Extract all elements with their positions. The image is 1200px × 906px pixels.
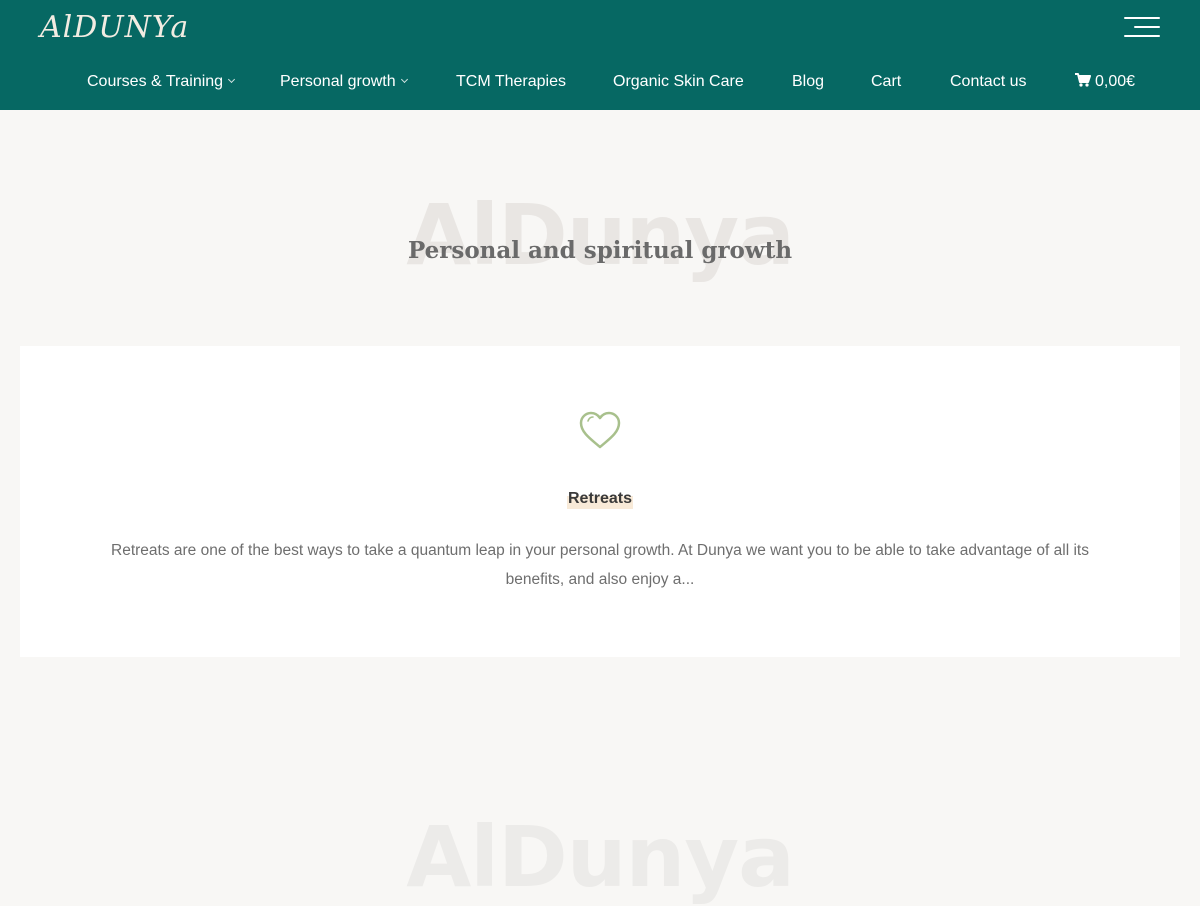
site-header: AlDUNYa Courses & Training Personal grow… [0, 0, 1200, 110]
chevron-down-icon [400, 75, 408, 84]
shopping-cart-icon [1075, 73, 1091, 87]
hamburger-bar [1124, 17, 1160, 19]
page-title: Personal and spiritual growth [407, 237, 793, 264]
nav-item-blog[interactable]: Blog [792, 62, 824, 102]
retreats-card: Retreats Retreats are one of the best wa… [20, 346, 1180, 657]
nav-item-cart[interactable]: Cart [871, 62, 901, 102]
hero-watermark: AlDunya [406, 186, 795, 284]
nav-item-tcm-therapies[interactable]: TCM Therapies [456, 62, 566, 102]
nav-item-label: Courses & Training [87, 73, 224, 90]
nav-item-label: Cart [871, 73, 902, 90]
site-logo[interactable]: AlDUNYa [40, 8, 190, 48]
nav-item-label: Personal growth [280, 73, 396, 90]
card-title-wrap: Retreats [20, 488, 1180, 509]
nav-item-label: Contact us [950, 73, 1027, 90]
card-description: Retreats are one of the best ways to tak… [111, 542, 1089, 588]
nav-item-label: Organic Skin Care [613, 73, 744, 90]
card-title-link[interactable]: Retreats [566, 489, 634, 509]
nav-item-label: TCM Therapies [456, 73, 566, 90]
page-hero: AlDunya Personal and spiritual growth [0, 110, 1200, 346]
chevron-down-icon [228, 75, 236, 84]
hamburger-icon[interactable] [1120, 14, 1162, 42]
footer-watermark: AlDunya [406, 808, 795, 906]
logo-text: AlDUNYa [40, 10, 190, 45]
nav-item-contact-us[interactable]: Contact us [950, 62, 1026, 102]
nav-item-courses-training[interactable]: Courses & Training [87, 62, 236, 102]
hamburger-bar [1124, 35, 1160, 37]
hamburger-bar [1134, 26, 1160, 28]
cart-total-value: 0,00€ [1095, 73, 1136, 90]
main-nav: Courses & Training Personal growth TCM T… [0, 62, 1200, 102]
nav-item-personal-growth[interactable]: Personal growth [280, 62, 408, 102]
nav-item-organic-skin-care[interactable]: Organic Skin Care [613, 62, 744, 102]
heart-icon [579, 411, 621, 449]
nav-item-label: Blog [792, 73, 825, 90]
nav-cart-total[interactable]: 0,00€ [1075, 62, 1135, 102]
